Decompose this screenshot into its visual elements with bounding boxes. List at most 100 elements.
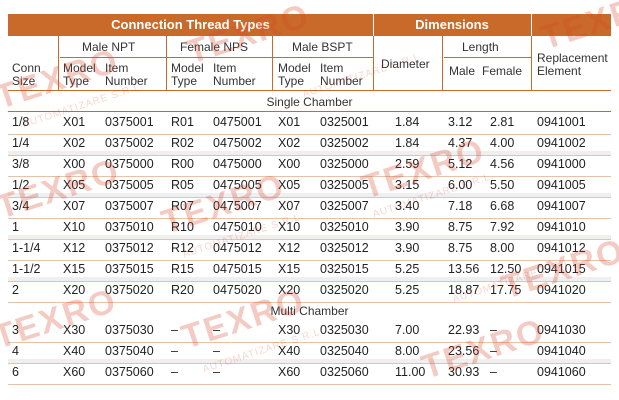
bspt-model-cell: X15 <box>278 262 301 276</box>
nps-model-cell: R01 <box>171 115 194 129</box>
replacement-cell: 0941007 <box>537 199 586 213</box>
npt-model-cell: X40 <box>63 344 86 358</box>
row-size: 1-1/4 <box>12 241 41 255</box>
nps-model-cell: R15 <box>171 262 194 276</box>
bspt-item-cell: 0325012 <box>320 241 369 255</box>
bspt-item-cell: 0325030 <box>320 323 369 337</box>
col-divider <box>373 36 374 90</box>
npt-item-cell: 0375012 <box>105 241 154 255</box>
length-female-cell: 8.00 <box>490 241 515 255</box>
bspt-item-cell: 0325001 <box>320 115 369 129</box>
bspt-item-cell: 0325020 <box>320 283 369 297</box>
header-divider <box>531 14 532 36</box>
bspt-item-cell: 0325007 <box>320 199 369 213</box>
length-male-cell: 8.75 <box>448 220 473 234</box>
table-row: 6 X60 0375060– – X60 0325060 11.00 30.93–094106… <box>8 363 611 382</box>
section-rule <box>8 111 611 112</box>
diameter-cell: 8.00 <box>395 344 420 358</box>
replacement-cell: 0941005 <box>537 178 586 192</box>
diameter-cell: 1.84 <box>395 115 420 129</box>
nps-model-cell: – <box>171 365 178 379</box>
length-female-cell: 2.81 <box>490 115 515 129</box>
nps-item-cell: 0475001 <box>213 115 262 129</box>
npt-model-cell: X01 <box>63 115 86 129</box>
bspt-item-cell: 0325010 <box>320 220 369 234</box>
diameter-cell: 3.90 <box>395 241 420 255</box>
npt-model-cell: X02 <box>63 136 86 150</box>
diameter-cell: 3.90 <box>395 220 420 234</box>
nps-model-cell: – <box>171 323 178 337</box>
col-divider <box>442 36 443 90</box>
table-row: 3/4 X07 0375007 R07 0475007 X07 0325007 3.40 7.1… <box>8 197 611 216</box>
length-male-cell: 8.75 <box>448 241 473 255</box>
replacement-cell: 0941060 <box>537 365 586 379</box>
nps-model-cell: R20 <box>171 283 194 297</box>
bspt-model-cell: X01 <box>278 115 301 129</box>
row-size: 3/8 <box>12 157 30 171</box>
npt-model-cell: X60 <box>63 365 86 379</box>
header-dimensions: Dimensions <box>415 17 489 32</box>
npt-item-cell: 0375007 <box>105 199 154 213</box>
bspt-item-cell: 0325002 <box>320 136 369 150</box>
nps-item-cell: 0475002 <box>213 136 262 150</box>
npt-item-cell: 0375040 <box>105 344 154 358</box>
nps-item-cell: 0475015 <box>213 262 262 276</box>
table-row: 1/8 X01 0375001 R01 0475001 X01 0325001 1.84 3.1… <box>8 113 611 132</box>
bspt-item-cell: 0325040 <box>320 344 369 358</box>
nps-model-cell: R05 <box>171 178 194 192</box>
header-divider <box>373 14 374 36</box>
diameter-cell: 11.00 <box>395 365 426 379</box>
length-male-cell: 3.12 <box>448 115 473 129</box>
nps-model-cell: R02 <box>171 136 194 150</box>
replacement-cell: 0941002 <box>537 136 586 150</box>
npt-item-cell: 0375002 <box>105 136 154 150</box>
bspt-model-cell: X02 <box>278 136 301 150</box>
row-size: 1/4 <box>12 136 30 150</box>
table-row: 1-1/4 X12 0375012 R12 0475012 X12 0325012 3.90 8… <box>8 239 611 258</box>
group-male-bspt: Male BSPT <box>292 40 353 54</box>
npt-model-cell: X12 <box>63 241 86 255</box>
row-size: 2 <box>12 283 19 297</box>
row-size: 6 <box>12 365 19 379</box>
length-female-cell: 4.56 <box>490 157 515 171</box>
npt-item-cell: 0375060 <box>105 365 154 379</box>
replacement-cell: 0941001 <box>537 115 586 129</box>
row-size: 1-1/2 <box>12 262 41 276</box>
nps-model-cell: – <box>171 344 178 358</box>
watermark-logo: TEXR <box>536 0 619 58</box>
nps-item-cell: 0475000 <box>213 157 262 171</box>
bspt-item-cell: 0325015 <box>320 262 369 276</box>
length-female-label: Female <box>482 64 523 78</box>
length-male-cell: 7.18 <box>448 199 473 213</box>
bspt-model-cell: X12 <box>278 241 301 255</box>
diameter-cell: 1.84 <box>395 136 420 150</box>
group-rule <box>444 57 531 58</box>
col-divider <box>531 36 532 90</box>
npt-item-cell: 0375030 <box>105 323 154 337</box>
bspt-model-type-label: Model Type <box>278 61 311 88</box>
nps-model-cell: R00 <box>171 157 194 171</box>
col-divider <box>166 36 167 90</box>
replacement-cell: 0941000 <box>537 157 586 171</box>
bspt-model-cell: X60 <box>278 365 301 379</box>
replacement-cell: 0941010 <box>537 220 586 234</box>
length-female-cell: 6.68 <box>490 199 515 213</box>
nps-item-number-label: Item Number <box>213 61 256 88</box>
npt-item-cell: 0375015 <box>105 262 154 276</box>
npt-item-cell: 0375010 <box>105 220 154 234</box>
group-length: Length <box>462 40 499 54</box>
npt-model-cell: X10 <box>63 220 86 234</box>
bspt-model-cell: X00 <box>278 157 301 171</box>
length-male-label: Male <box>449 64 476 78</box>
length-female-cell: 4.00 <box>490 136 515 150</box>
table-row: 1 X10 0375010 R10 0475010 X10 0325010 3.90 8.75 7… <box>8 218 611 237</box>
npt-model-cell: X15 <box>63 262 86 276</box>
npt-item-cell: 0375001 <box>105 115 154 129</box>
diameter-cell: 5.25 <box>395 283 420 297</box>
row-rule <box>8 384 611 385</box>
length-male-cell: 13.56 <box>448 262 480 276</box>
bspt-item-cell: 0325060 <box>320 365 369 379</box>
diameter-cell: 7.00 <box>395 323 420 337</box>
length-female-cell: 7.92 <box>490 220 515 234</box>
table-row: 1/4 X02 0375002 R02 0475002 X02 0325002 1.84 4.3… <box>8 134 611 153</box>
